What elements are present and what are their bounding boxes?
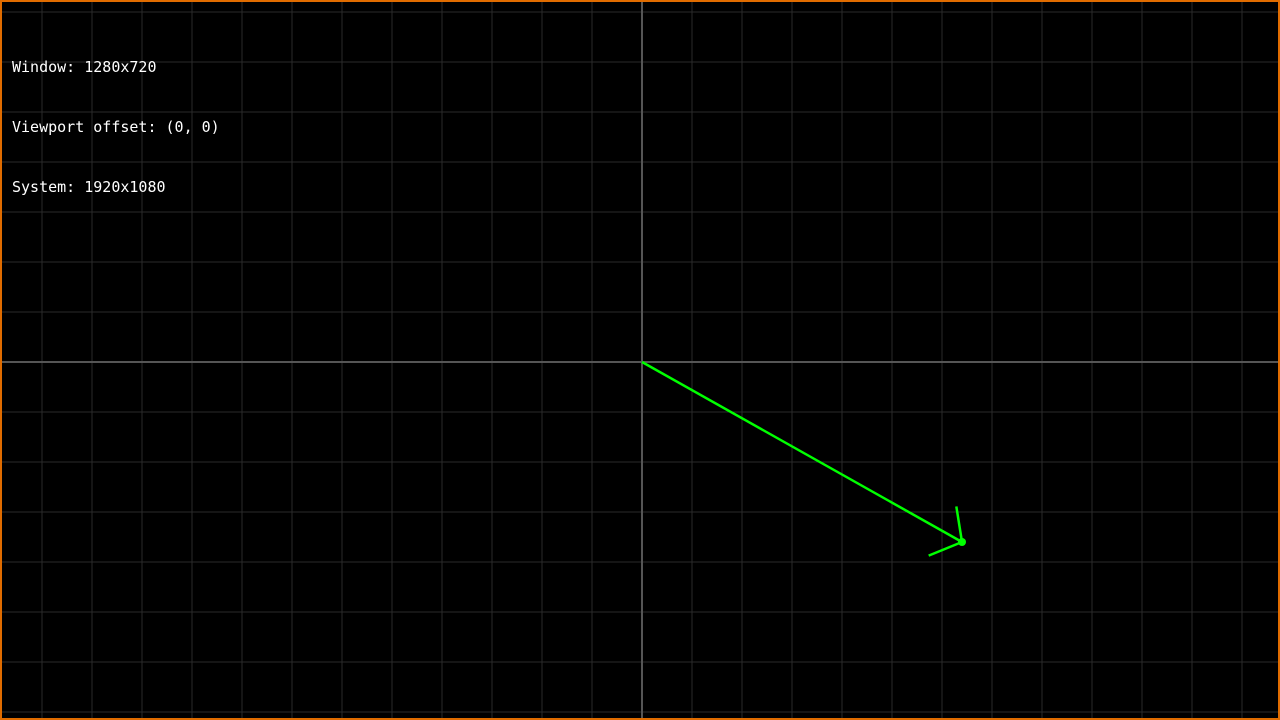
app-window: Window: 1280x720 Viewport offset: (0, 0)… [0,0,1280,720]
vector-shaft [641,360,963,544]
info-overlay: Window: 1280x720 Viewport offset: (0, 0)… [12,17,220,237]
vector-endpoint [958,538,966,546]
viewport-offset-text: Viewport offset: (0, 0) [12,118,220,136]
vector-arrow [641,360,966,557]
window-size-text: Window: 1280x720 [12,58,157,76]
system-size-text: System: 1920x1080 [12,178,166,196]
vector-arrowhead-left [928,540,963,557]
